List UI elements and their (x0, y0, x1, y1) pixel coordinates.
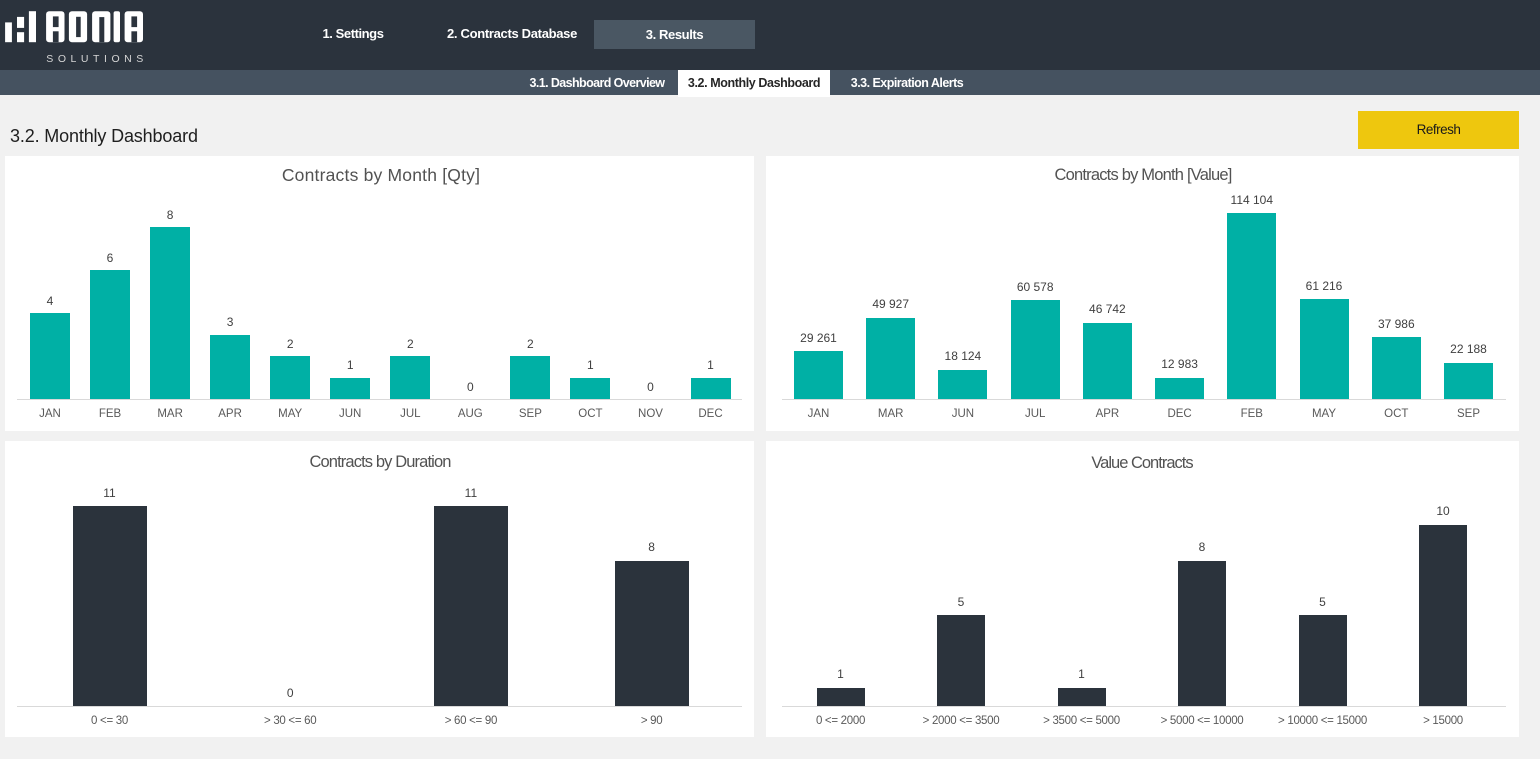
svg-text:SOLUTIONS: SOLUTIONS (46, 53, 143, 65)
